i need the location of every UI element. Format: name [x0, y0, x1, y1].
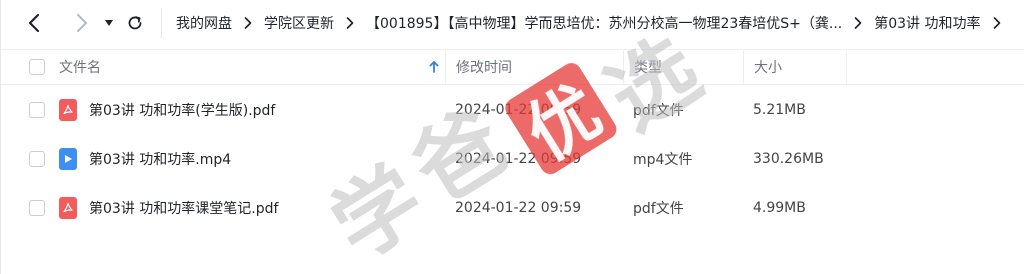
breadcrumb: 我的网盘 学院区更新 【001895】【高中物理】学而思培优：苏州分校高一物理2…: [176, 13, 1013, 33]
select-all-checkbox[interactable]: [29, 59, 45, 75]
file-browser-window: 我的网盘 学院区更新 【001895】【高中物理】学而思培优：苏州分校高一物理2…: [0, 0, 1024, 274]
chevron-left-icon: [28, 13, 40, 33]
navigation-bar: 我的网盘 学院区更新 【001895】【高中物理】学而思培优：苏州分校高一物理2…: [1, 0, 1024, 46]
video-file-icon: [59, 147, 77, 170]
chevron-right-icon: [76, 13, 88, 33]
column-header-type[interactable]: 类型: [623, 50, 743, 84]
row-icon-cell: [59, 147, 89, 170]
file-modified-time: 2024-01-22 09:59: [455, 150, 582, 167]
file-list-header: 文件名 修改时间 类型 大小: [1, 49, 1024, 85]
forward-button[interactable]: [65, 6, 99, 40]
file-size: 330.26MB: [753, 150, 824, 167]
row-check-cell: [1, 199, 59, 216]
chevron-right-icon: [242, 15, 254, 31]
select-all-cell: [1, 59, 59, 75]
toolbar-divider: [161, 8, 162, 38]
arrow-up-icon[interactable]: [429, 61, 439, 73]
column-header-name[interactable]: 文件名: [59, 50, 445, 84]
refresh-icon: [128, 16, 142, 30]
table-row[interactable]: 第03讲 功和功率课堂笔记.pdf 2024-01-22 09:59 pdf文件…: [1, 183, 1024, 232]
chevron-right-icon: [344, 15, 356, 31]
file-name[interactable]: 第03讲 功和功率课堂笔记.pdf: [89, 198, 445, 218]
column-header-type-label: 类型: [634, 60, 662, 76]
row-check-cell: [1, 150, 59, 167]
column-header-time-label: 修改时间: [456, 60, 512, 76]
file-size: 5.21MB: [753, 101, 806, 118]
file-modified-time: 2024-01-22 09:59: [455, 199, 582, 216]
row-checkbox[interactable]: [29, 199, 45, 216]
file-type: mp4文件: [633, 151, 693, 168]
chevron-right-icon: [991, 15, 1003, 31]
file-name[interactable]: 第03讲 功和功率.mp4: [89, 149, 445, 169]
refresh-button[interactable]: [121, 6, 149, 40]
row-icon-cell: [59, 98, 89, 121]
breadcrumb-item-my-drive[interactable]: 我的网盘: [176, 13, 232, 33]
table-row[interactable]: 第03讲 功和功率(学生版).pdf 2024-01-22 09:59 pdf文…: [1, 85, 1024, 134]
row-check-cell: [1, 101, 59, 118]
chevron-right-icon: [852, 15, 864, 31]
table-row[interactable]: 第03讲 功和功率.mp4 2024-01-22 09:59 mp4文件 330…: [1, 134, 1024, 183]
column-header-time[interactable]: 修改时间: [445, 50, 623, 84]
row-icon-cell: [59, 196, 89, 219]
breadcrumb-item-lesson-03[interactable]: 第03讲 功和功率: [874, 13, 980, 33]
breadcrumb-item-college-updates[interactable]: 学院区更新: [264, 13, 334, 33]
history-dropdown-button[interactable]: [99, 6, 119, 40]
file-list: 第03讲 功和功率(学生版).pdf 2024-01-22 09:59 pdf文…: [1, 85, 1024, 232]
pdf-file-icon: [59, 196, 77, 219]
column-header-name-label: 文件名: [59, 60, 101, 76]
row-checkbox[interactable]: [29, 101, 45, 118]
back-button[interactable]: [17, 6, 51, 40]
pdf-file-icon: [59, 98, 77, 121]
row-checkbox[interactable]: [29, 150, 45, 167]
file-type: pdf文件: [633, 200, 684, 217]
column-header-size[interactable]: 大小: [743, 50, 847, 84]
caret-down-icon: [105, 20, 113, 26]
file-size: 4.99MB: [753, 199, 806, 216]
file-modified-time: 2024-01-22 09:59: [455, 101, 582, 118]
file-name[interactable]: 第03讲 功和功率(学生版).pdf: [89, 100, 445, 120]
column-header-size-label: 大小: [754, 60, 782, 76]
file-type: pdf文件: [633, 102, 684, 119]
breadcrumb-item-course-folder[interactable]: 【001895】【高中物理】学而思培优：苏州分校高一物理23春培优S+（龚...: [366, 13, 842, 33]
